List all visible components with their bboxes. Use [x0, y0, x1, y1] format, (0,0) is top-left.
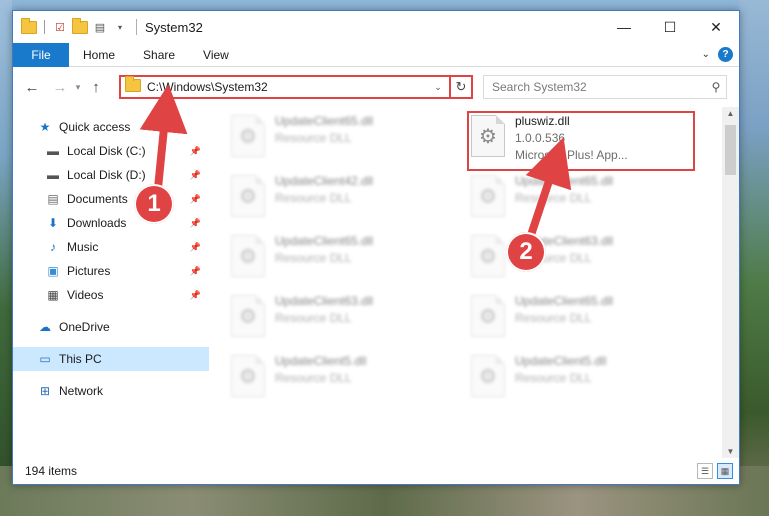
- annotation-marker-2: 2: [506, 232, 546, 272]
- arrow-1: [139, 84, 188, 189]
- arrow-2: [524, 137, 572, 246]
- annotation-arrows: [139, 84, 572, 246]
- annotation-marker-1: 1: [134, 184, 174, 224]
